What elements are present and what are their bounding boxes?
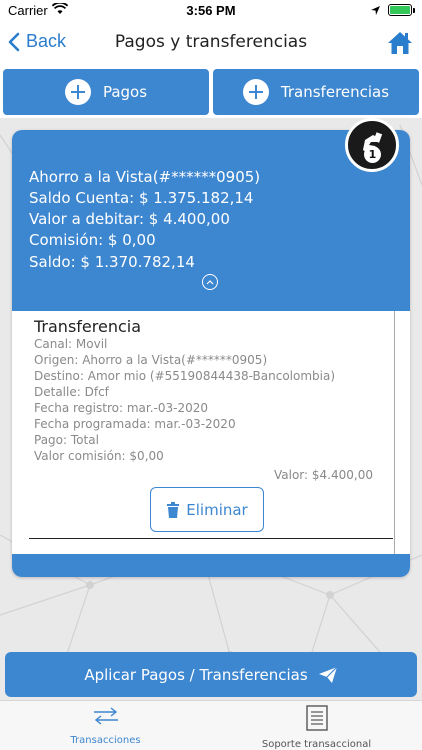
divider [29, 538, 393, 539]
detail-row: Detalle: Dfcf [34, 385, 109, 399]
home-button[interactable] [386, 30, 414, 60]
transferencias-label: Transferencias [280, 83, 390, 101]
delete-label: Eliminar [186, 500, 248, 519]
detail-row: Valor comisión: $0,00 [34, 449, 164, 463]
apply-payments-button[interactable]: Aplicar Pagos / Transferencias [5, 652, 417, 697]
detail-row: Canal: Movil [34, 337, 108, 351]
tab-soporte-transaccional[interactable]: Soporte transaccional [211, 705, 422, 750]
status-bar: Carrier 3:56 PM [0, 0, 422, 22]
detail-row: Origen: Ahorro a la Vista(#******0905) [34, 353, 268, 367]
tab-label: Soporte transaccional [261, 739, 372, 750]
plus-circle-icon [242, 79, 269, 105]
detail-row: Destino: Amor mio (#55190844438-Bancolom… [34, 369, 336, 383]
swap-arrows-icon [93, 707, 118, 725]
collapse-button[interactable] [202, 274, 218, 290]
plus-circle-icon [64, 79, 91, 105]
document-list-icon [305, 705, 328, 731]
badge-count: 1 [364, 146, 381, 163]
navigation-bar: Back Pagos y transferencias [0, 22, 422, 66]
detail-row: Fecha registro: mar.-03-2020 [34, 401, 209, 415]
battery-icon [388, 4, 415, 16]
summary-saldo-cuenta: Saldo Cuenta: $ 1.375.182,14 [29, 189, 254, 207]
add-pagos-button[interactable]: Pagos [3, 69, 209, 115]
clock: 3:56 PM [186, 3, 236, 18]
tab-label: Transacciones [70, 735, 141, 746]
apply-label: Aplicar Pagos / Transferencias [84, 665, 308, 684]
pagos-label: Pagos [102, 83, 148, 101]
divider [394, 311, 395, 556]
chevron-up-icon [206, 280, 214, 285]
delete-button[interactable]: Eliminar [150, 487, 264, 532]
detail-title: Transferencia [34, 317, 142, 336]
summary-comision: Comisión: $ 0,00 [29, 231, 156, 249]
summary-account: Ahorro a la Vista(#******0905) [29, 168, 261, 186]
tab-transacciones[interactable]: Transacciones [0, 705, 211, 746]
valor-amount: Valor: $4.400,00 [274, 468, 373, 482]
pending-count-badge[interactable]: 1 [345, 118, 399, 172]
send-icon [318, 666, 338, 683]
summary-saldo: Saldo: $ 1.370.782,14 [29, 253, 195, 271]
top-actions-bar: Pagos Transferencias [0, 66, 422, 118]
card-footer-bar [12, 554, 410, 577]
page-title: Pagos y transferencias [114, 32, 308, 52]
trash-icon [167, 501, 180, 518]
location-arrow-icon [371, 6, 380, 15]
add-transferencias-button[interactable]: Transferencias [213, 69, 419, 115]
detail-row: Fecha programada: mar.-03-2020 [34, 417, 236, 431]
tab-bar: Transacciones Soporte transaccional [0, 700, 422, 750]
summary-valor-debitar: Valor a debitar: $ 4.400,00 [29, 210, 230, 228]
detail-row: Pago: Total [34, 433, 99, 447]
home-icon [388, 32, 412, 54]
transaction-card: Ahorro a la Vista(#******0905) Saldo Cue… [12, 130, 410, 577]
